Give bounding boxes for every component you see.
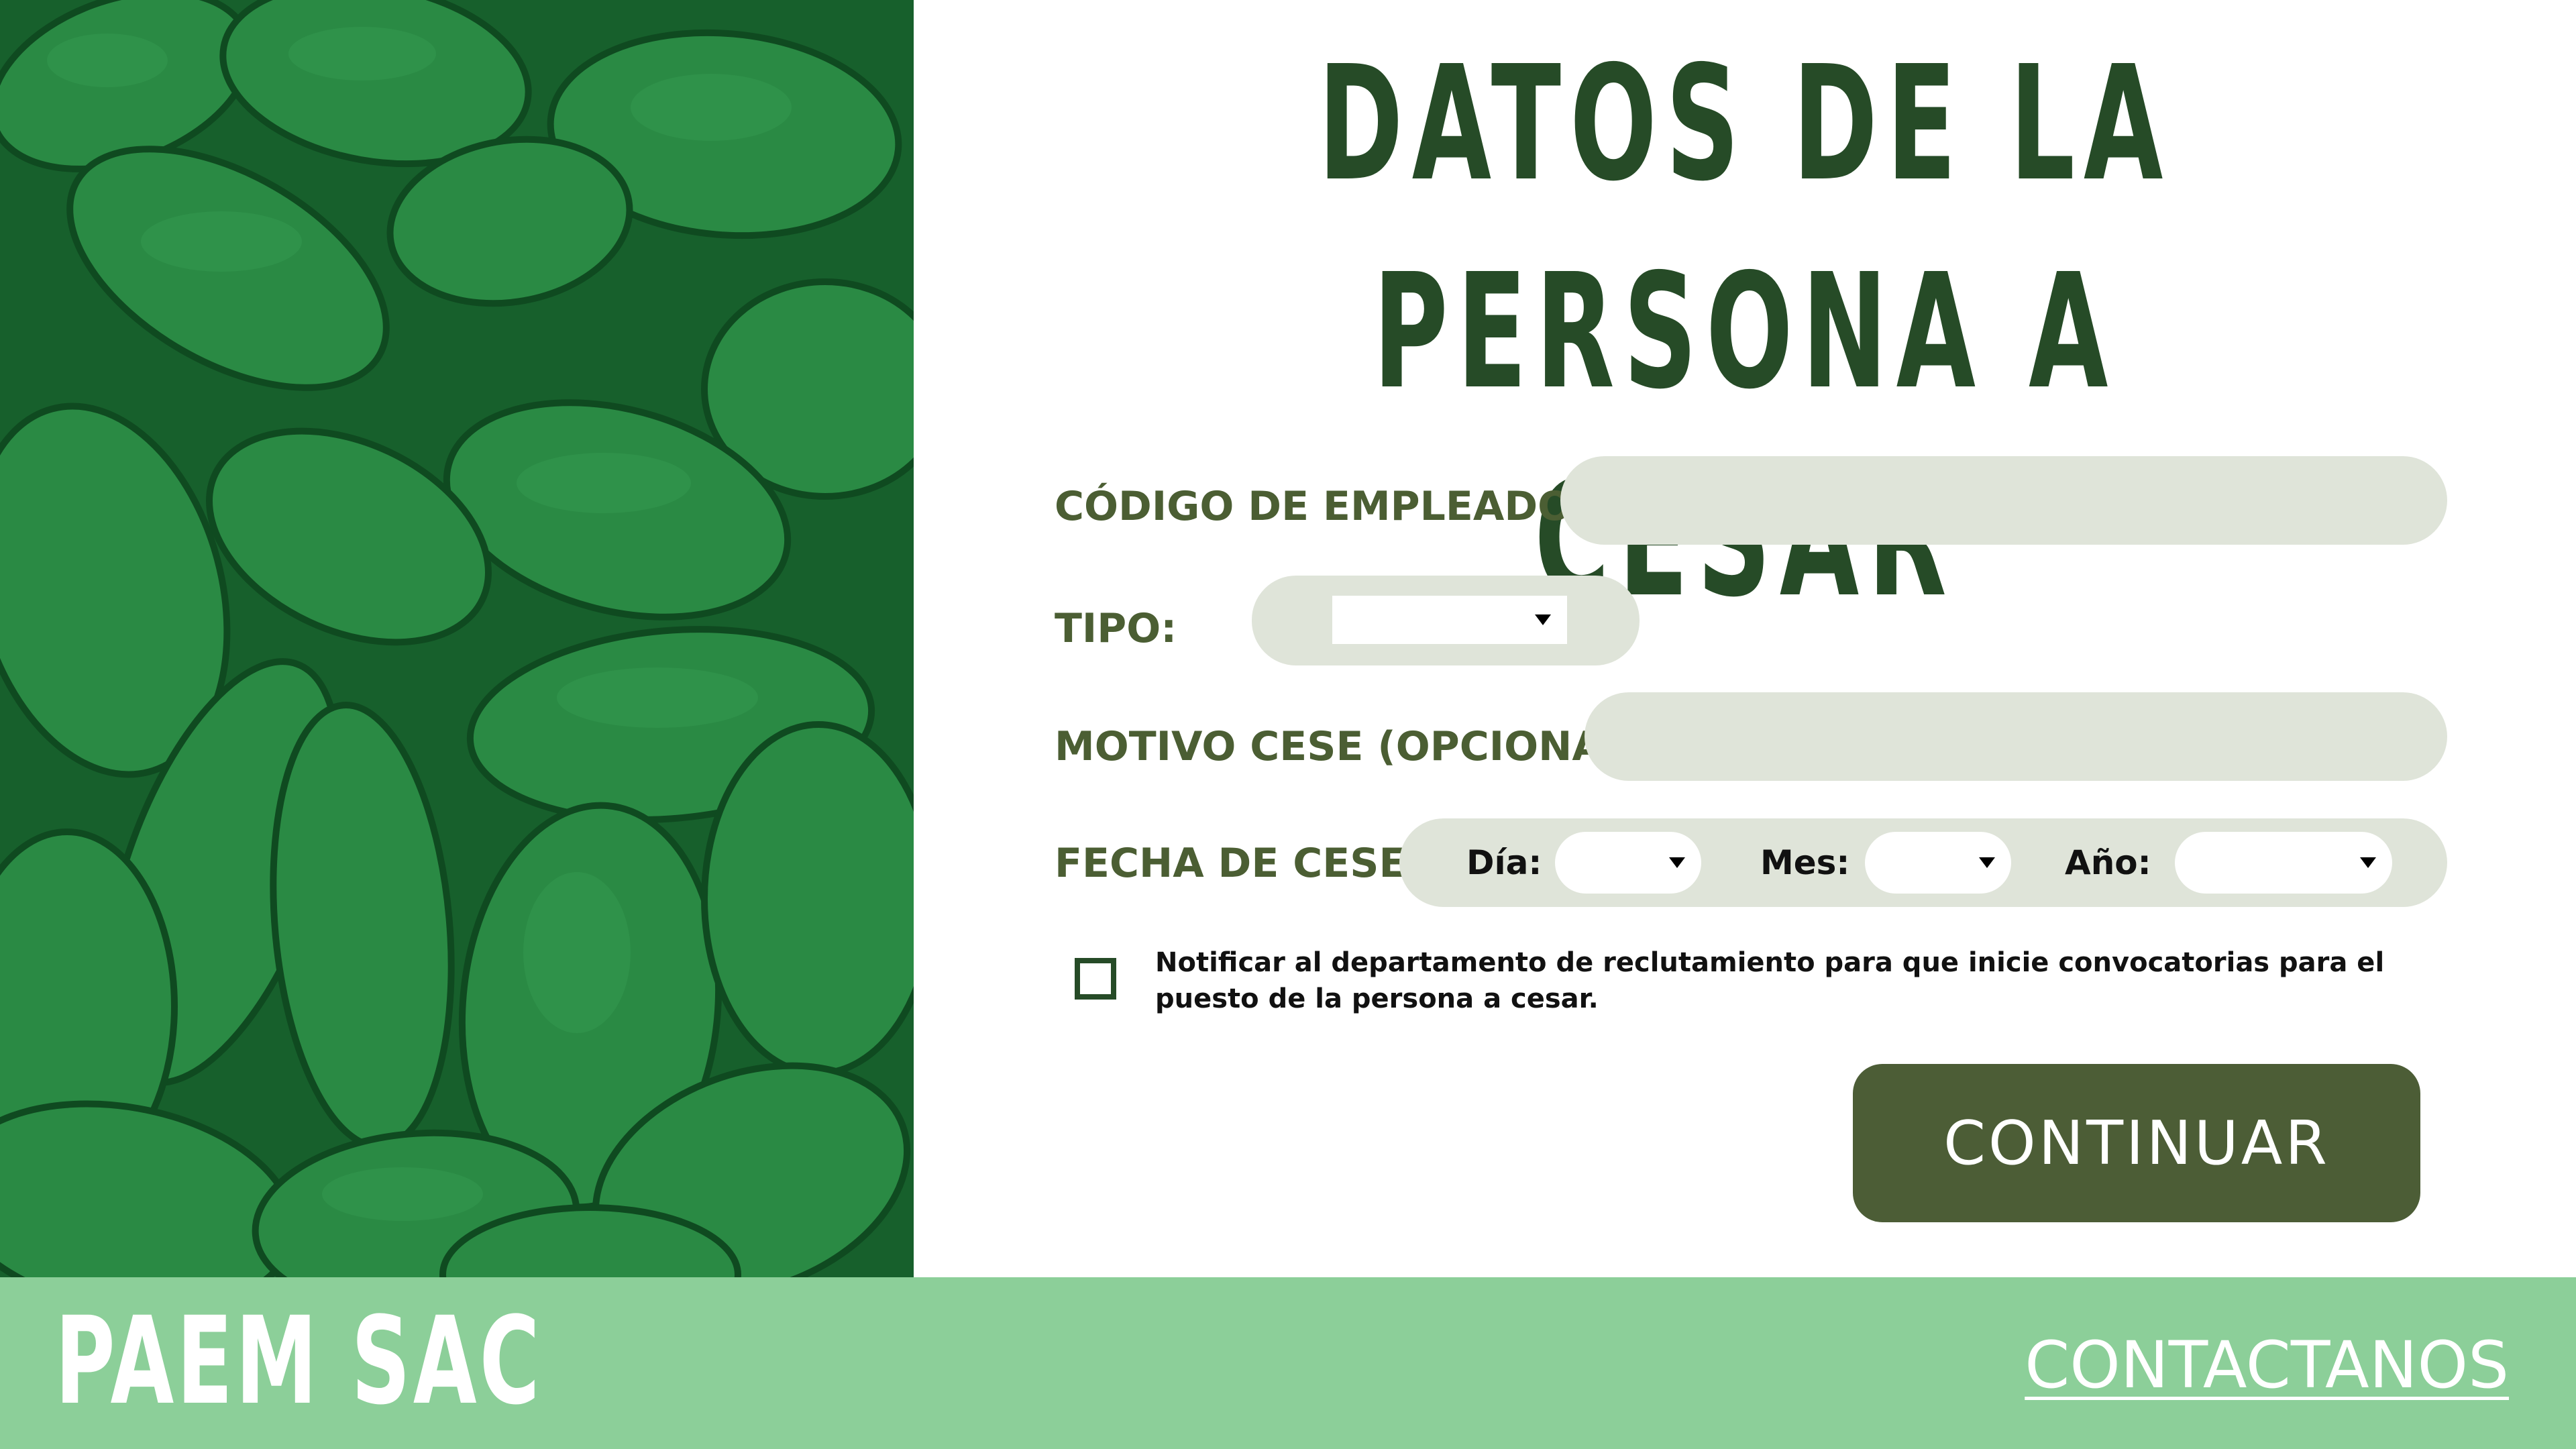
chevron-down-icon	[1979, 857, 1995, 868]
mes-label: Mes:	[1760, 843, 1850, 882]
chevron-down-icon	[1535, 614, 1551, 625]
notify-checkbox[interactable]	[1075, 958, 1116, 1000]
tipo-field	[1252, 576, 1640, 665]
page-title: DATOS DE LA PERSONA A CESAR	[1146, 20, 2343, 644]
chevron-down-icon	[1669, 857, 1685, 868]
avocado-image	[0, 0, 914, 1277]
fecha-cese-label: FECHA DE CESE:	[1055, 840, 1423, 887]
mes-select[interactable]	[1865, 832, 2011, 894]
chevron-down-icon	[2360, 857, 2376, 868]
dia-select[interactable]	[1555, 832, 1701, 894]
dia-label: Día:	[1466, 843, 1542, 882]
anio-label: Año:	[2065, 843, 2151, 882]
tipo-label: TIPO:	[1055, 605, 1177, 652]
codigo-empleado-label: CÓDIGO DE EMPLEADO:	[1055, 483, 1589, 530]
notify-text: Notificar al departamento de reclutamien…	[1155, 947, 2385, 1014]
codigo-empleado-input[interactable]	[1560, 456, 2447, 545]
motivo-cese-input[interactable]	[1585, 692, 2447, 781]
motivo-cese-label: MOTIVO CESE (OPCIONAL):	[1055, 723, 1664, 770]
brand-logo: PAEM SAC	[55, 1291, 543, 1432]
continue-button[interactable]: CONTINUAR	[1853, 1064, 2420, 1222]
fecha-cese-field: Día: Mes: Año:	[1399, 818, 2447, 907]
anio-select[interactable]	[2175, 832, 2392, 894]
tipo-select[interactable]	[1332, 596, 1567, 644]
contact-link[interactable]: CONTACTANOS	[2025, 1328, 2509, 1402]
page-title-line-1: DATOS DE LA PERSONA A	[1318, 32, 2172, 424]
